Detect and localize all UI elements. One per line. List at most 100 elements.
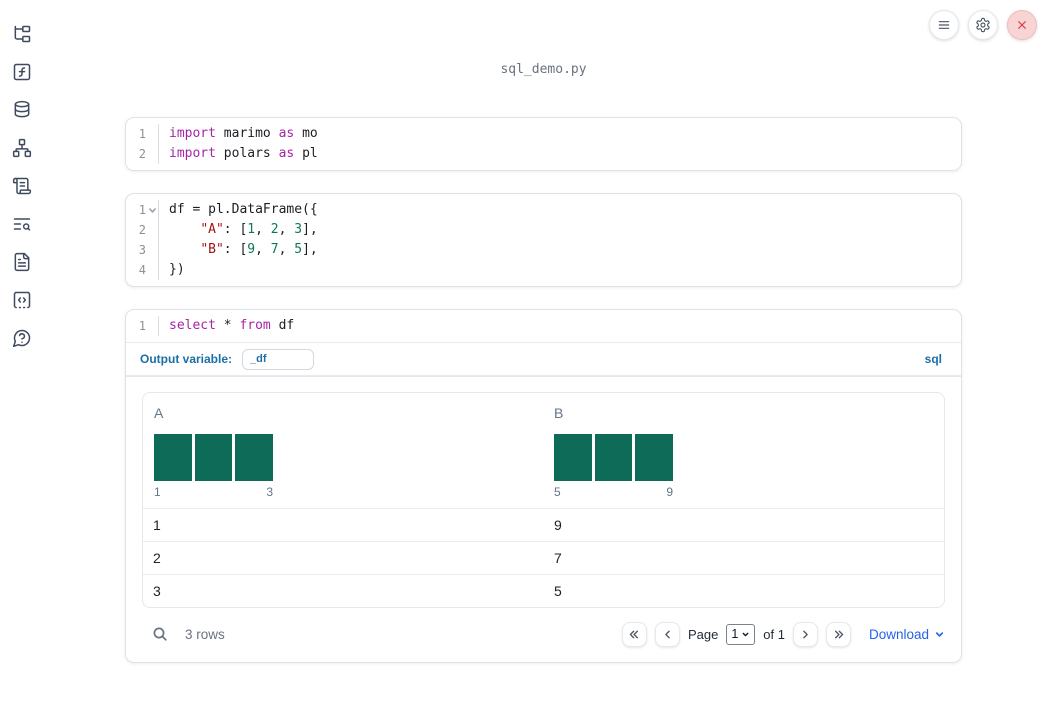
scroll-icon	[12, 177, 32, 195]
first-page-button[interactable]	[621, 621, 647, 647]
fold-toggle[interactable]	[146, 200, 158, 220]
last-page-button[interactable]	[825, 621, 851, 647]
chevrons-right-icon	[834, 630, 844, 638]
sidebar-item-variables[interactable]	[11, 61, 33, 83]
code-editor[interactable]: 1 import marimo as mo 2 import polars as pl	[126, 118, 961, 170]
cell-dataframe[interactable]: 1 df = pl.DataFrame({2 "A": [1, 2, 3], 3 "…	[125, 193, 962, 287]
table-cell: 7	[554, 550, 562, 566]
table-cell: 3	[153, 583, 161, 599]
helper-sidebar	[0, 0, 44, 713]
table-row[interactable]: 19	[143, 508, 944, 541]
sql-options-bar: Output variable: sql	[126, 343, 961, 375]
code-line[interactable]: 4})	[126, 260, 961, 280]
pagination: Page 1 of 1 Download	[621, 621, 945, 647]
notebook-controls	[929, 10, 1037, 40]
shutdown-button[interactable]	[1007, 10, 1037, 40]
fold-slot	[146, 316, 158, 336]
column-header-b[interactable]: B 5 9	[543, 393, 944, 508]
hist-max-label: 3	[266, 485, 273, 499]
histogram-bar	[635, 434, 674, 481]
code-text: import polars as pl	[169, 146, 318, 161]
table-cell: 2	[153, 550, 161, 566]
page-select-value: 1	[731, 627, 739, 641]
table-body: 192735	[143, 508, 944, 607]
sql-dialect-badge: sql	[924, 352, 942, 366]
sidebar-item-scratchpad[interactable]	[11, 175, 33, 197]
sidebar-item-file-explorer[interactable]	[11, 23, 33, 45]
code-line[interactable]: 3 "B": [9, 7, 5],	[126, 240, 961, 260]
code-square-icon	[13, 291, 31, 309]
hist-min-label: 5	[554, 485, 561, 499]
line-number-gutter: 2	[126, 220, 159, 240]
download-button[interactable]: Download	[869, 627, 945, 642]
code-text: df = pl.DataFrame({	[169, 202, 318, 217]
menu-button[interactable]	[929, 10, 959, 40]
fold-slot	[146, 220, 158, 240]
fold-slot	[146, 260, 158, 280]
histogram-bar	[194, 434, 233, 481]
chevron-right-icon	[803, 630, 808, 638]
settings-button[interactable]	[968, 10, 998, 40]
sidebar-item-data-sources[interactable]	[11, 99, 33, 121]
notebook-area: sql_demo.py 1 import marimo as mo 2 import …	[44, 0, 1043, 663]
search-icon[interactable]	[142, 626, 169, 643]
row-count: 3 rows	[185, 626, 225, 642]
previous-page-button[interactable]	[654, 621, 680, 647]
line-number-gutter: 1	[126, 124, 159, 144]
network-icon	[12, 138, 32, 158]
sidebar-item-help[interactable]	[11, 327, 33, 349]
dataframe-table: A 1 3 B 5 9 1 9 2 7 3 5	[142, 392, 945, 608]
close-x-icon	[1018, 21, 1026, 29]
line-number-gutter: 4	[126, 260, 159, 280]
cell-imports[interactable]: 1 import marimo as mo 2 import polars as pl	[125, 117, 962, 171]
column-header-a[interactable]: A 1 3	[143, 393, 543, 508]
line-number: 1	[138, 127, 146, 141]
chevrons-left-icon	[629, 630, 638, 638]
chevron-left-icon	[665, 630, 670, 638]
cell-list: 1 import marimo as mo 2 import polars as pl…	[125, 117, 962, 663]
code-text: })	[169, 262, 185, 277]
line-number: 2	[138, 223, 146, 237]
sidebar-item-dependency-graph[interactable]	[11, 137, 33, 159]
sidebar-item-logs[interactable]	[11, 213, 33, 235]
page-select[interactable]: 1	[726, 623, 756, 645]
notebook-filename: sql_demo.py	[500, 62, 587, 77]
table-row[interactable]: 35	[143, 574, 944, 607]
output-variable-input[interactable]	[242, 348, 315, 370]
line-number: 1	[138, 319, 146, 333]
sidebar-item-snippets[interactable]	[11, 289, 33, 311]
chevron-down-icon	[935, 631, 944, 637]
code-line[interactable]: 2 "A": [1, 2, 3],	[126, 220, 961, 240]
cell-sql[interactable]: 1 select * from df Output variable: sql A…	[125, 309, 962, 663]
code-editor[interactable]: 1 df = pl.DataFrame({2 "A": [1, 2, 3], 3 "…	[126, 194, 961, 286]
sql-editor[interactable]: 1 select * from df	[126, 310, 961, 342]
column-histogram	[154, 434, 274, 481]
histogram-ticks: 5 9	[554, 485, 673, 499]
download-label: Download	[868, 626, 929, 642]
code-line[interactable]: 1 select * from df	[126, 316, 961, 336]
histogram-bar	[235, 434, 274, 481]
line-number: 4	[138, 263, 146, 277]
sidebar-item-documentation[interactable]	[11, 251, 33, 273]
code-text: select * from df	[169, 318, 295, 333]
database-icon	[14, 100, 30, 118]
histogram-bar	[594, 434, 633, 481]
code-line[interactable]: 2 import polars as pl	[126, 144, 961, 164]
table-footer: 3 rows Page 1 of 1 Download	[142, 614, 945, 654]
line-number: 2	[138, 147, 146, 161]
table-row[interactable]: 27	[143, 541, 944, 574]
fold-chevron-icon	[148, 207, 156, 213]
fold-slot	[146, 240, 158, 260]
histogram-bar	[154, 434, 192, 481]
column-histogram	[554, 434, 674, 481]
hamburger-menu-icon	[938, 21, 950, 29]
function-square-icon	[13, 63, 31, 81]
help-bubble-icon	[12, 329, 31, 348]
histogram-bar	[554, 434, 592, 481]
line-number-gutter: 2	[126, 144, 159, 164]
hist-min-label: 1	[154, 485, 161, 499]
code-line[interactable]: 1 df = pl.DataFrame({	[126, 200, 961, 220]
table-cell: 1	[153, 517, 161, 533]
code-line[interactable]: 1 import marimo as mo	[126, 124, 961, 144]
next-page-button[interactable]	[792, 621, 818, 647]
